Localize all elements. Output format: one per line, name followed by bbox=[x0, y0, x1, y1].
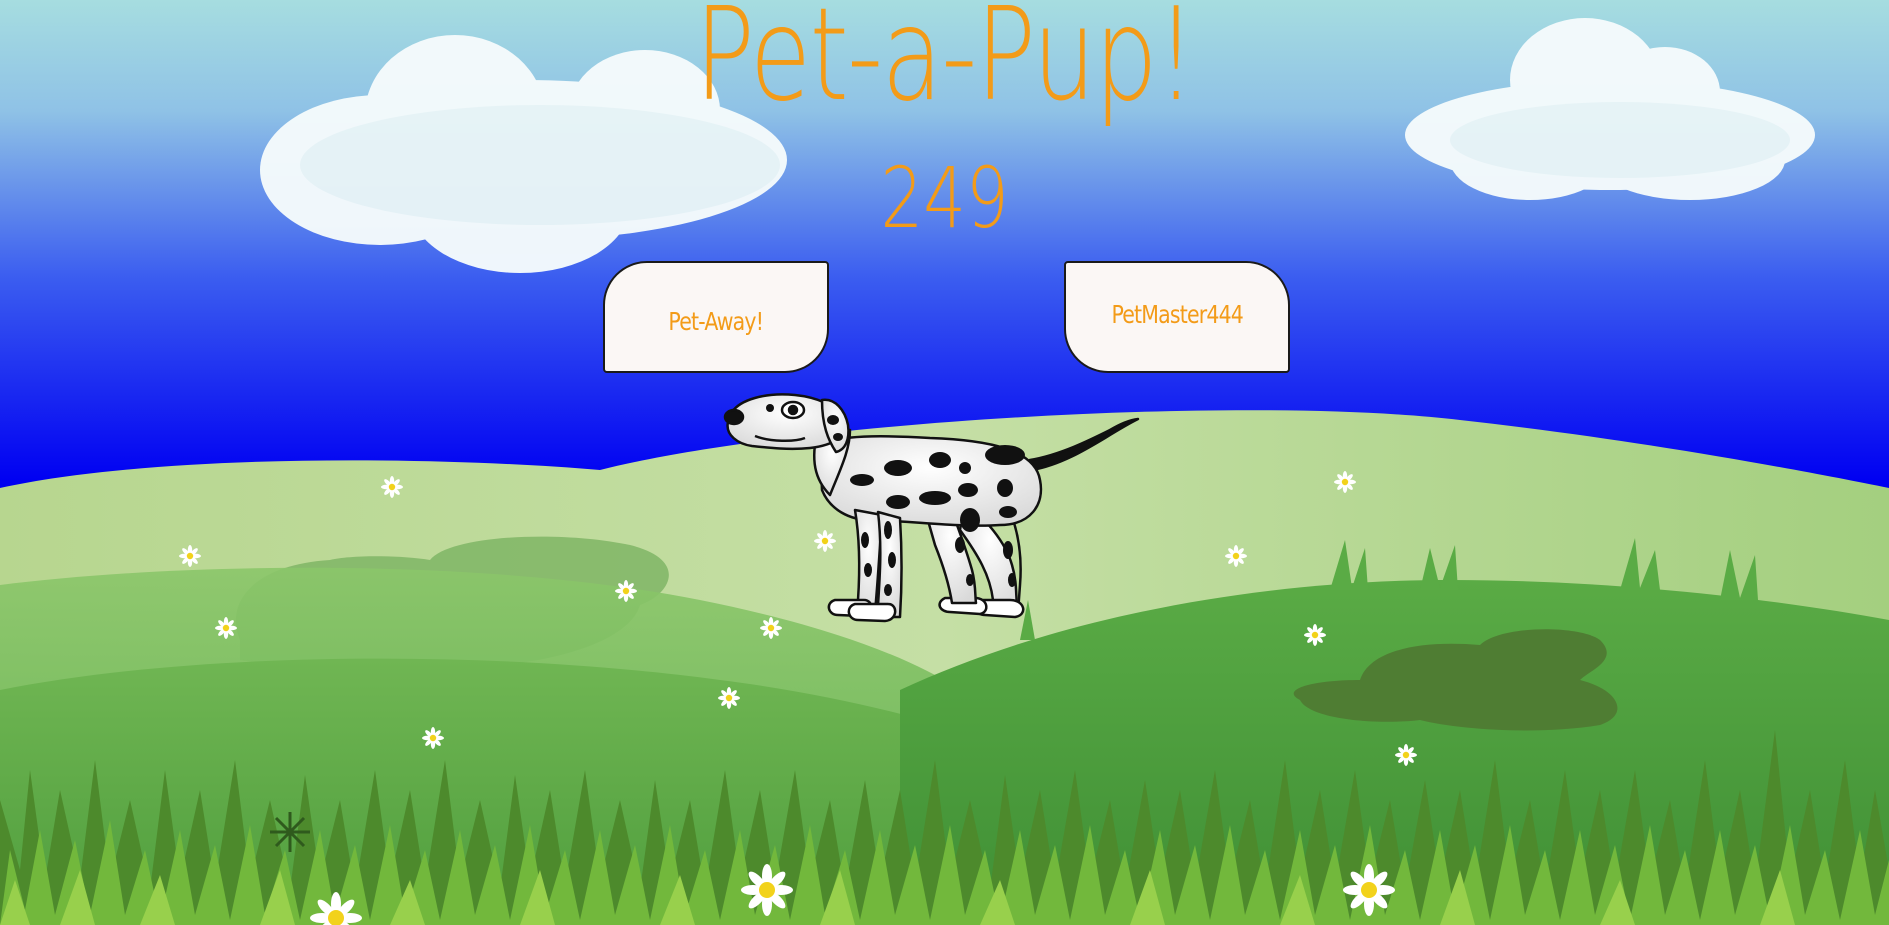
game-stage: Pet-a-Pup! 249 Pet-Away! PetMaster444 bbox=[0, 0, 1889, 925]
game-title: Pet-a-Pup! bbox=[694, 0, 1197, 130]
pet-away-button-label: Pet-Away! bbox=[668, 306, 765, 336]
dandelion bbox=[270, 812, 310, 852]
score-counter: 249 bbox=[880, 149, 1009, 247]
pet-away-button[interactable]: Pet-Away! bbox=[603, 261, 829, 373]
scene-background bbox=[0, 0, 1889, 925]
player-name-button[interactable]: PetMaster444 bbox=[1064, 261, 1290, 373]
player-name-label: PetMaster444 bbox=[1111, 299, 1243, 329]
